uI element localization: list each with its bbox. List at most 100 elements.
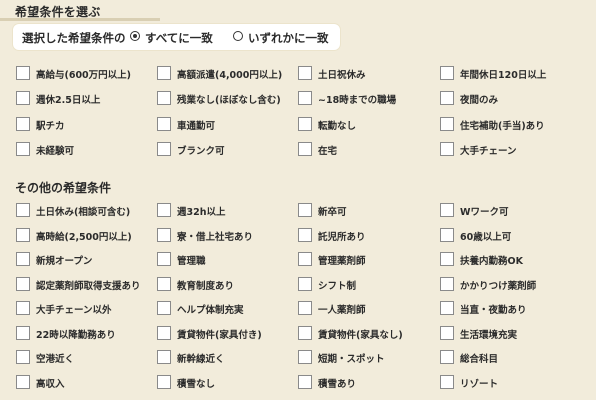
checkbox-label[interactable]: 賃貸物件(家具付き): [177, 327, 262, 341]
checkbox-label[interactable]: 転勤なし: [318, 118, 356, 132]
checkbox-label[interactable]: 扶養内勤務OK: [460, 253, 523, 267]
checkbox[interactable]: [157, 301, 171, 315]
checkbox-label[interactable]: かかりつけ薬剤師: [460, 278, 536, 292]
checkbox-label[interactable]: 駅チカ: [36, 118, 65, 132]
checkbox[interactable]: [157, 141, 171, 156]
radio-any-match-label[interactable]: いずれかに一致: [248, 30, 329, 46]
checkbox[interactable]: [298, 203, 312, 217]
checkbox-label[interactable]: ~18時までの職場: [318, 92, 396, 106]
checkbox-label[interactable]: 積雪あり: [318, 376, 356, 390]
checkbox[interactable]: [298, 252, 312, 266]
checkbox[interactable]: [16, 66, 30, 80]
radio-any-match[interactable]: [233, 31, 243, 41]
checkbox-label[interactable]: シフト制: [318, 278, 356, 292]
checkbox[interactable]: [440, 203, 454, 217]
checkbox[interactable]: [298, 227, 312, 242]
checkbox-label[interactable]: 短期・スポット: [318, 351, 385, 365]
radio-all-match-label[interactable]: すべてに一致: [145, 30, 213, 46]
checkbox[interactable]: [16, 141, 30, 156]
checkbox[interactable]: [157, 276, 171, 291]
checkbox-label[interactable]: 大手チェーン以外: [36, 302, 112, 316]
checkbox[interactable]: [440, 227, 454, 242]
checkbox[interactable]: [157, 203, 171, 217]
checkbox[interactable]: [16, 374, 30, 389]
checkbox-label[interactable]: 新規オープン: [36, 253, 92, 267]
checkbox[interactable]: [16, 301, 30, 315]
checkbox-label[interactable]: 住宅補助(手当)あり: [460, 118, 545, 132]
checkbox[interactable]: [440, 91, 454, 106]
checkbox[interactable]: [440, 374, 454, 389]
checkbox-label[interactable]: 空港近く: [36, 351, 74, 365]
checkbox[interactable]: [16, 116, 30, 131]
checkbox-label[interactable]: リゾート: [460, 376, 498, 390]
checkbox[interactable]: [16, 203, 30, 217]
checkbox-label[interactable]: 夜間のみ: [460, 92, 498, 106]
checkbox-label[interactable]: 大手チェーン: [460, 143, 517, 157]
checkbox[interactable]: [440, 325, 454, 340]
checkbox[interactable]: [157, 252, 171, 266]
checkbox-label[interactable]: 高額派遣(4,000円以上): [177, 67, 282, 81]
checkbox[interactable]: [16, 276, 30, 291]
checkbox[interactable]: [157, 350, 171, 364]
checkbox-label[interactable]: 週32h以上: [177, 204, 225, 218]
checkbox-label[interactable]: 年間休日120日以上: [460, 67, 546, 81]
checkbox-label[interactable]: 積雪なし: [177, 376, 215, 390]
radio-all-match[interactable]: [130, 31, 140, 41]
checkbox-label[interactable]: 管理薬剤師: [318, 253, 366, 267]
checkbox-label[interactable]: 総合科目: [460, 351, 498, 365]
checkbox[interactable]: [16, 91, 30, 106]
checkbox[interactable]: [440, 141, 454, 156]
checkbox[interactable]: [440, 276, 454, 291]
checkbox[interactable]: [298, 66, 312, 80]
checkbox-label[interactable]: 認定薬剤師取得支援あり: [36, 278, 141, 292]
checkbox[interactable]: [298, 325, 312, 340]
checkbox-label[interactable]: 土日祝休み: [318, 67, 366, 81]
checkbox[interactable]: [157, 116, 171, 131]
checkbox[interactable]: [298, 374, 312, 389]
checkbox[interactable]: [298, 276, 312, 291]
checkbox-label[interactable]: 在宅: [318, 143, 337, 157]
checkbox-label[interactable]: 60歳以上可: [460, 229, 511, 243]
checkbox-label[interactable]: 教育制度あり: [177, 278, 234, 292]
checkbox[interactable]: [298, 116, 312, 131]
checkbox-label[interactable]: 寮・借上社宅あり: [177, 229, 253, 243]
checkbox[interactable]: [440, 301, 454, 315]
checkbox[interactable]: [157, 374, 171, 389]
checkbox-label[interactable]: ブランク可: [177, 143, 225, 157]
checkbox-label[interactable]: Wワーク可: [460, 204, 508, 218]
checkbox[interactable]: [16, 350, 30, 364]
checkbox-label[interactable]: 22時以降勤務あり: [36, 327, 116, 341]
checkbox-label[interactable]: ヘルプ体制充実: [177, 302, 244, 316]
checkbox-label[interactable]: 高収入: [36, 376, 65, 390]
checkbox-label[interactable]: 新幹線近く: [177, 351, 225, 365]
checkbox[interactable]: [440, 252, 454, 266]
checkbox[interactable]: [298, 350, 312, 364]
checkbox-label[interactable]: 高時給(2,500円以上): [36, 229, 132, 243]
checkbox-label[interactable]: 未経験可: [36, 143, 74, 157]
checkbox-label[interactable]: 一人薬剤師: [318, 302, 366, 316]
checkbox[interactable]: [157, 227, 171, 242]
checkbox-label[interactable]: 当直・夜勤あり: [460, 302, 527, 316]
checkbox-label[interactable]: 車通勤可: [177, 118, 215, 132]
checkbox[interactable]: [298, 91, 312, 106]
checkbox[interactable]: [157, 325, 171, 340]
checkbox-label[interactable]: 土日休み(相談可含む): [36, 204, 130, 218]
checkbox-label[interactable]: 残業なし(ほぼなし含む): [177, 92, 281, 106]
checkbox-label[interactable]: 新卒可: [318, 204, 347, 218]
checkbox[interactable]: [16, 227, 30, 242]
checkbox-label[interactable]: 高給与(600万円以上): [36, 67, 131, 81]
checkbox[interactable]: [157, 66, 171, 80]
checkbox[interactable]: [16, 325, 30, 340]
checkbox-label[interactable]: 賃貸物件(家具なし): [318, 327, 403, 341]
checkbox[interactable]: [157, 91, 171, 106]
checkbox[interactable]: [298, 141, 312, 156]
checkbox-label[interactable]: 託児所あり: [318, 229, 366, 243]
checkbox[interactable]: [440, 66, 454, 80]
checkbox-label[interactable]: 生活環境充実: [460, 327, 517, 341]
checkbox-label[interactable]: 週休2.5日以上: [36, 92, 100, 106]
checkbox[interactable]: [16, 252, 30, 266]
checkbox-label[interactable]: 管理職: [177, 253, 206, 267]
checkbox[interactable]: [440, 350, 454, 364]
checkbox[interactable]: [298, 301, 312, 315]
checkbox[interactable]: [440, 116, 454, 131]
